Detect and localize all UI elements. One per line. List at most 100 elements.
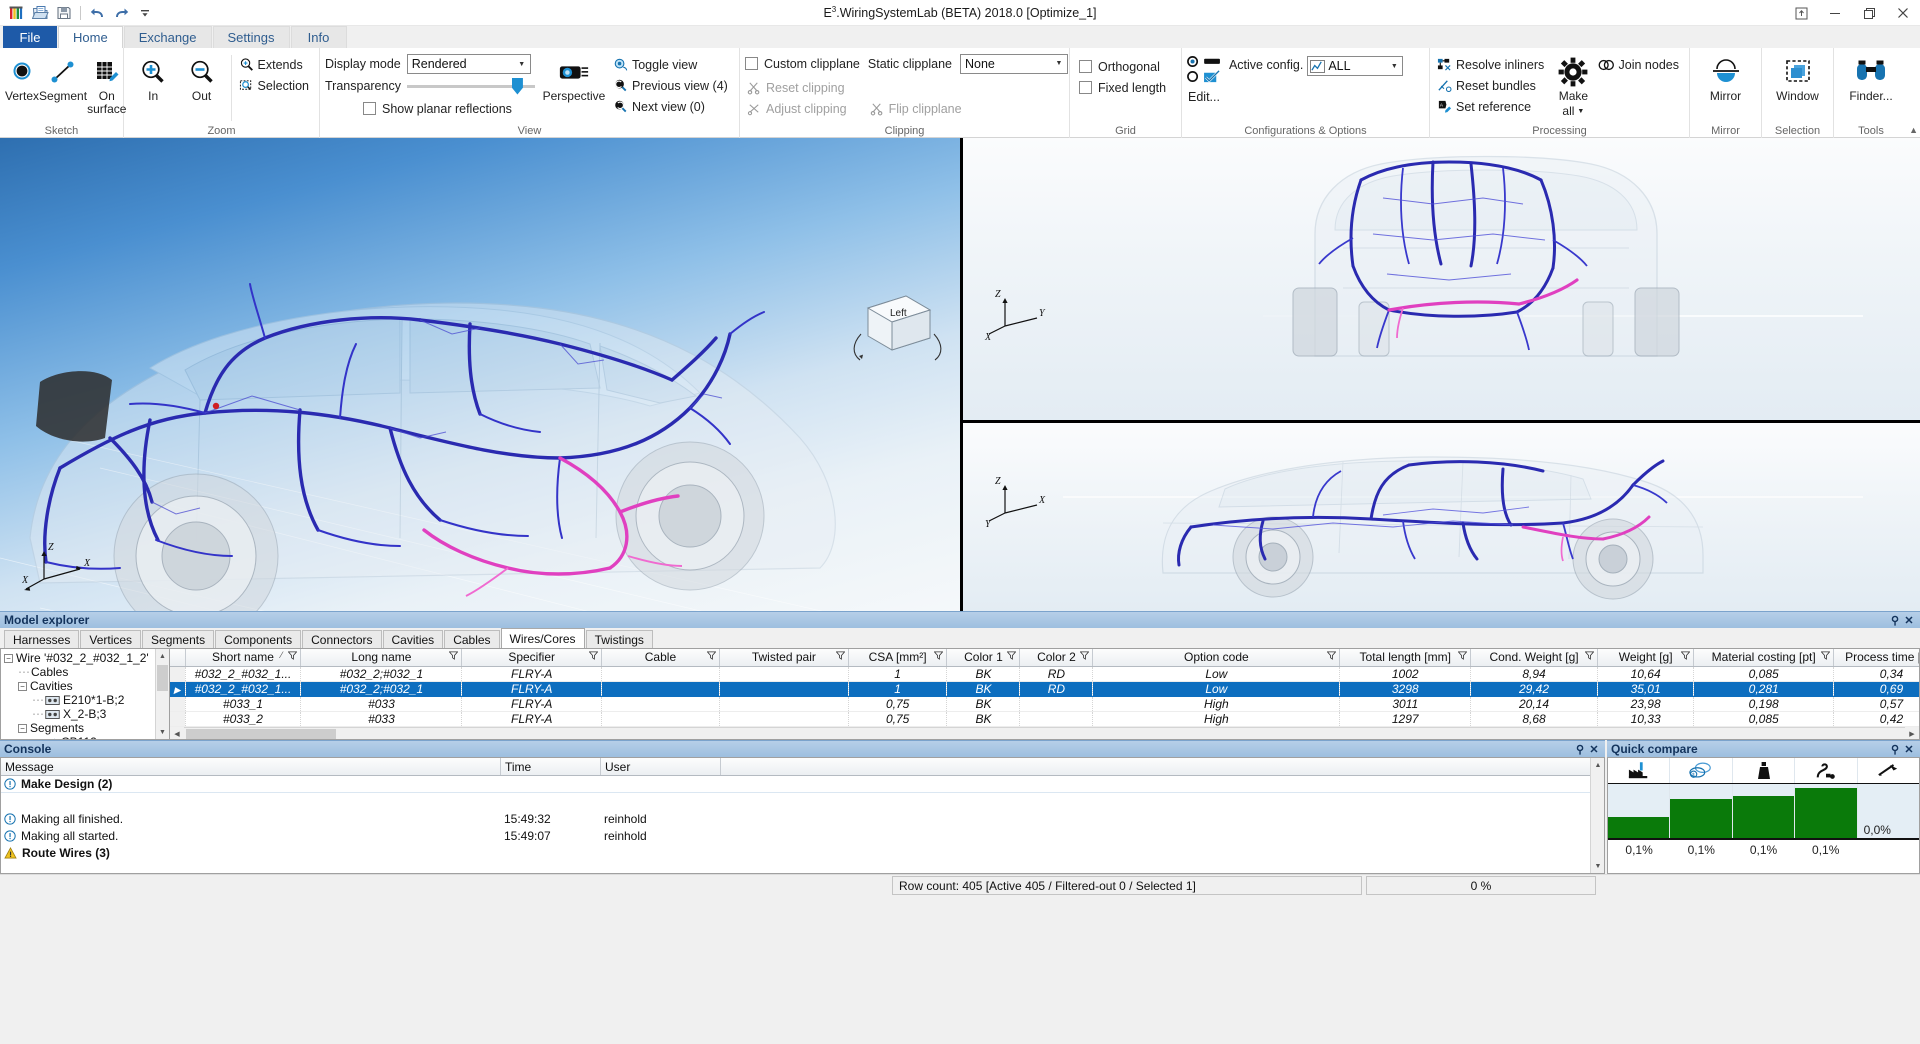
console-message-row[interactable] (1, 793, 1590, 810)
tree-collapse-icon[interactable]: − (18, 682, 27, 691)
toggle-view-button[interactable]: Toggle view (611, 54, 733, 75)
wires-grid[interactable]: Short name⁄Long nameSpecifierCableTwiste… (170, 648, 1920, 740)
open-file-icon[interactable] (29, 3, 51, 23)
tree-item[interactable]: ⋯CB112 (4, 735, 169, 740)
tab-exchange[interactable]: Exchange (124, 26, 212, 48)
close-button[interactable] (1886, 0, 1920, 26)
mirror-button[interactable]: Mirror (1697, 52, 1755, 120)
filter-icon[interactable] (288, 651, 297, 660)
column-header-cond-weight-g-[interactable]: Cond. Weight [g] (1471, 649, 1598, 666)
edit-config-button[interactable]: Edit... (1187, 86, 1225, 107)
table-row[interactable]: #033_2#033FLRY-A0,75BKHigh12978,6810,330… (170, 711, 1920, 726)
tree-item[interactable]: ⋯Cables (4, 665, 169, 679)
tab-components[interactable]: Components (215, 630, 301, 648)
tab-cables[interactable]: Cables (444, 630, 499, 648)
tab-vertices[interactable]: Vertices (80, 630, 141, 648)
fixed-length-checkbox[interactable] (1079, 81, 1092, 94)
zoom-out-button[interactable]: Out (177, 52, 225, 120)
column-header-material-costing-pt-[interactable]: Material costing [pt] (1694, 649, 1834, 666)
tab-info[interactable]: Info (291, 26, 347, 48)
column-header-cable[interactable]: Cable (601, 649, 719, 666)
join-nodes-button[interactable]: Join nodes (1596, 54, 1684, 75)
filter-icon[interactable] (1821, 651, 1830, 660)
tree-collapse-icon[interactable]: − (4, 654, 13, 663)
table-row[interactable]: ▶#032_2_#032_1...#032_2;#032_1FLRY-A1BKR… (170, 681, 1920, 696)
resolve-inliners-button[interactable]: Resolve inliners (1435, 54, 1549, 75)
filter-icon[interactable] (1080, 651, 1089, 660)
filter-icon[interactable] (1585, 651, 1594, 660)
save-icon[interactable] (53, 3, 75, 23)
close-icon[interactable]: ✕ (1587, 743, 1601, 756)
undo-icon[interactable] (86, 3, 108, 23)
grid-scroll-thumb[interactable] (186, 729, 336, 740)
console-group-header[interactable]: Route Wires (3) (1, 844, 1590, 861)
customize-qat-icon[interactable] (134, 3, 156, 23)
model-tree[interactable]: −Wire '#032_2_#032_1_2'⋯Cables−Cavities⋯… (0, 648, 170, 740)
make-all-dropdown-icon[interactable]: ▼ (1577, 105, 1584, 118)
finder-button[interactable]: Finder... (1842, 52, 1900, 120)
console-message-row[interactable]: Making all finished.15:49:32reinhold (1, 810, 1590, 827)
tree-item[interactable]: ⋯E210*1-B;2 (4, 693, 169, 707)
tab-file[interactable]: File (3, 26, 57, 48)
tree-collapse-icon[interactable]: − (18, 724, 27, 733)
pin-icon[interactable]: ⚲ (1573, 743, 1587, 756)
scroll-left-icon[interactable]: ◀ (170, 727, 184, 740)
zoom-in-button[interactable]: In (129, 52, 177, 120)
column-header-option-code[interactable]: Option code (1093, 649, 1340, 666)
tab-wires-cores[interactable]: Wires/Cores (501, 628, 585, 648)
redo-icon[interactable] (110, 3, 132, 23)
filter-icon[interactable] (1327, 651, 1336, 660)
minimize-button[interactable] (1818, 0, 1852, 26)
transparency-slider[interactable] (407, 77, 535, 95)
column-header-color-1[interactable]: Color 1 (947, 649, 1020, 666)
close-icon[interactable]: ✕ (1902, 614, 1916, 627)
reset-bundles-button[interactable]: Reset bundles (1435, 75, 1549, 96)
make-all-button[interactable]: Make all ▼ (1557, 52, 1589, 120)
filter-icon[interactable] (707, 651, 716, 660)
console-group-header[interactable]: Make Design (2) (1, 776, 1590, 793)
tree-item[interactable]: −Segments (4, 721, 169, 735)
app-logo-icon[interactable] (5, 3, 27, 23)
set-reference-button[interactable]: A Set reference (1435, 96, 1549, 117)
pin-icon[interactable]: ⚲ (1888, 614, 1902, 627)
column-header-csa-mm-[interactable]: CSA [mm²] (848, 649, 947, 666)
filter-icon[interactable] (836, 651, 845, 660)
column-header-long-name[interactable]: Long name (301, 649, 462, 666)
ribbon-collapse-icon[interactable]: ▲ (1909, 125, 1918, 135)
static-clipplane-select[interactable]: None ▼ (960, 54, 1068, 74)
segment-button[interactable]: Segment (39, 52, 87, 120)
grid-horizontal-scrollbar[interactable]: ◀ ▶ (170, 727, 1919, 741)
zoom-selection-button[interactable]: Selection (237, 75, 314, 96)
tab-connectors[interactable]: Connectors (302, 630, 381, 648)
tab-cavities[interactable]: Cavities (383, 630, 444, 648)
config-radio-bar-row[interactable] (1187, 55, 1225, 68)
tab-segments[interactable]: Segments (142, 630, 214, 648)
column-header-twisted-pair[interactable]: Twisted pair (719, 649, 848, 666)
column-header-color-2[interactable]: Color 2 (1020, 649, 1093, 666)
reset-clipping-button[interactable]: Reset clipping (745, 77, 852, 98)
tree-item[interactable]: ⋯X_2-B;3 (4, 707, 169, 721)
close-icon[interactable]: ✕ (1902, 743, 1916, 756)
restore-ribbon-button[interactable] (1784, 0, 1818, 26)
tree-item[interactable]: −Wire '#032_2_#032_1_2' (4, 651, 169, 665)
filter-icon[interactable] (1007, 651, 1016, 660)
active-config-select[interactable]: ALL ▼ (1307, 56, 1403, 76)
maximize-button[interactable] (1852, 0, 1886, 26)
previous-view-button[interactable]: Previous view (4) (611, 75, 733, 96)
viewport-main-isometric[interactable]: Left Z X X (0, 138, 960, 611)
scroll-right-icon[interactable]: ▶ (1905, 727, 1919, 740)
orthogonal-checkbox[interactable] (1079, 60, 1092, 73)
viewport-side[interactable]: Z X Y (963, 423, 1920, 611)
show-planar-reflections-checkbox[interactable] (363, 102, 376, 115)
filter-icon[interactable] (934, 651, 943, 660)
column-header-total-length-mm-[interactable]: Total length [mm] (1340, 649, 1471, 666)
scroll-up-icon[interactable]: ▲ (156, 649, 170, 663)
display-mode-select[interactable]: Rendered ▼ (407, 54, 531, 74)
custom-clipplane-checkbox[interactable] (745, 57, 758, 70)
vertex-button[interactable]: Vertex (5, 52, 39, 120)
filter-icon[interactable] (589, 651, 598, 660)
config-radio-check-row[interactable] (1187, 69, 1225, 84)
filter-icon[interactable] (1681, 651, 1690, 660)
column-header-process-time-mir[interactable]: Process time [mir (1833, 649, 1920, 666)
tab-settings[interactable]: Settings (213, 26, 290, 48)
